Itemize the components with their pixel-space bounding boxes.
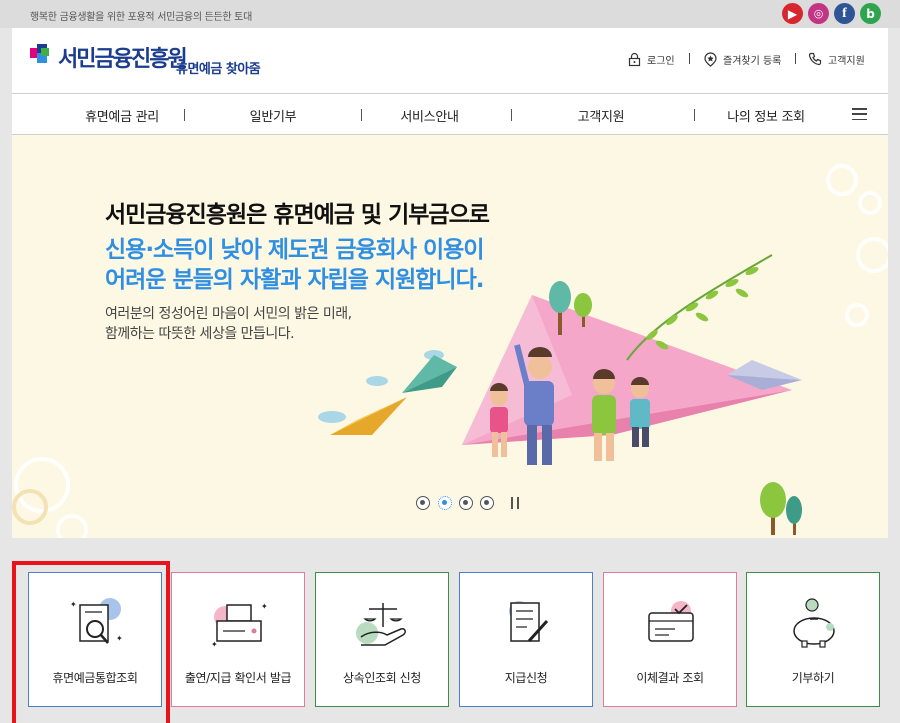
card-certificate-issue[interactable]: ✦ ✦ 출연/지급 확인서 발급 <box>171 572 305 707</box>
nav-divider <box>361 109 362 121</box>
nav-item-dormant-deposit[interactable]: 휴면예금 관리 <box>67 106 177 125</box>
support-link[interactable]: 고객지원 <box>808 52 865 67</box>
util-divider <box>689 53 690 64</box>
card-transfer-result[interactable]: 이체결과 조회 <box>603 572 737 707</box>
nav-item-customer-support[interactable]: 고객지원 <box>560 106 642 125</box>
transfer-result-icon <box>648 601 694 642</box>
main-nav: 휴면예금 관리 일반기부 서비스안내 고객지원 나의 정보 조회 <box>12 93 888 135</box>
hero-title: 서민금융진흥원은 휴면예금 및 기부금으로 <box>105 202 490 228</box>
svg-text:✦: ✦ <box>211 640 218 649</box>
card-payment-application[interactable]: 지급신청 <box>459 572 593 707</box>
card-heir-inquiry[interactable]: 상속인조회 신청 <box>315 572 449 707</box>
instagram-icon[interactable]: ◎ <box>808 3 829 24</box>
heir-scale-hand-icon <box>356 603 406 646</box>
logo-mark-icon[interactable] <box>28 42 54 68</box>
top-slogan-bar: 행복한 금융생활을 위한 포용적 서민금융의 든든한 토대 ▶ ◎ f b <box>0 0 900 28</box>
nav-item-general-donation[interactable]: 일반기부 <box>232 106 314 125</box>
card-label: 상속인조회 신청 <box>343 671 421 685</box>
login-link[interactable]: 로그인 <box>627 52 675 67</box>
pause-icon[interactable] <box>511 497 519 509</box>
hero-subtitle-line-2: 어려운 분들의 자활과 자립을 지원합니다. <box>105 267 484 293</box>
slide-dot-2[interactable] <box>438 496 452 510</box>
favorites-label: 즐겨찾기 등록 <box>723 56 782 67</box>
certificate-print-icon: ✦ ✦ <box>211 602 268 649</box>
slogan-text: 행복한 금융생활을 위한 포용적 서민금융의 든든한 토대 <box>30 12 252 23</box>
logo-subtitle[interactable]: 휴면예금 찾아줌 <box>176 58 261 77</box>
piggy-bank-icon <box>793 598 835 648</box>
card-label: 출연/지급 확인서 발급 <box>184 671 292 685</box>
highlight-box <box>12 561 170 723</box>
nav-item-my-info[interactable]: 나의 정보 조회 <box>716 106 816 125</box>
hero-banner: 서민금융진흥원은 휴면예금 및 기부금으로 신용·소득이 낮아 제도권 금융회사… <box>12 135 888 538</box>
favorites-link[interactable]: 즐겨찾기 등록 <box>703 52 781 67</box>
nav-divider <box>184 109 185 121</box>
svg-text:✦: ✦ <box>261 602 268 611</box>
card-donate[interactable]: 기부하기 <box>746 572 880 707</box>
hero-subtitle-line-1: 신용·소득이 낮아 제도권 금융회사 이용이 <box>105 237 484 263</box>
star-pin-icon <box>704 52 717 67</box>
blog-icon[interactable]: b <box>860 3 881 24</box>
youtube-icon[interactable]: ▶ <box>782 3 803 24</box>
hero-description-line-2: 함께하는 따뜻한 세상을 만듭니다. <box>105 326 295 342</box>
nav-item-service-guide[interactable]: 서비스안내 <box>387 106 472 125</box>
nav-divider <box>511 109 512 121</box>
nav-divider <box>694 109 695 121</box>
logo-text[interactable]: 서민금융진흥원 <box>58 41 188 73</box>
hero-description-line-1: 여러분의 정성어린 마음이 서민의 밝은 미래, <box>105 306 352 322</box>
util-divider <box>795 53 796 64</box>
facebook-icon[interactable]: f <box>834 3 855 24</box>
card-label: 이체결과 조회 <box>636 671 704 685</box>
slide-dot-3[interactable] <box>459 496 473 510</box>
login-label: 로그인 <box>647 56 675 67</box>
card-label: 지급신청 <box>504 671 548 685</box>
card-label: 기부하기 <box>791 671 835 685</box>
site-header: 서민금융진흥원 휴면예금 찾아줌 로그인 즐겨찾기 등록 고객지원 <box>12 28 888 93</box>
lock-icon <box>628 52 641 67</box>
slide-dot-4[interactable] <box>480 496 494 510</box>
application-form-icon <box>509 601 549 643</box>
support-label: 고객지원 <box>828 56 865 67</box>
slide-dot-1[interactable] <box>416 496 430 510</box>
phone-icon <box>808 52 822 66</box>
menu-icon[interactable] <box>852 108 867 121</box>
